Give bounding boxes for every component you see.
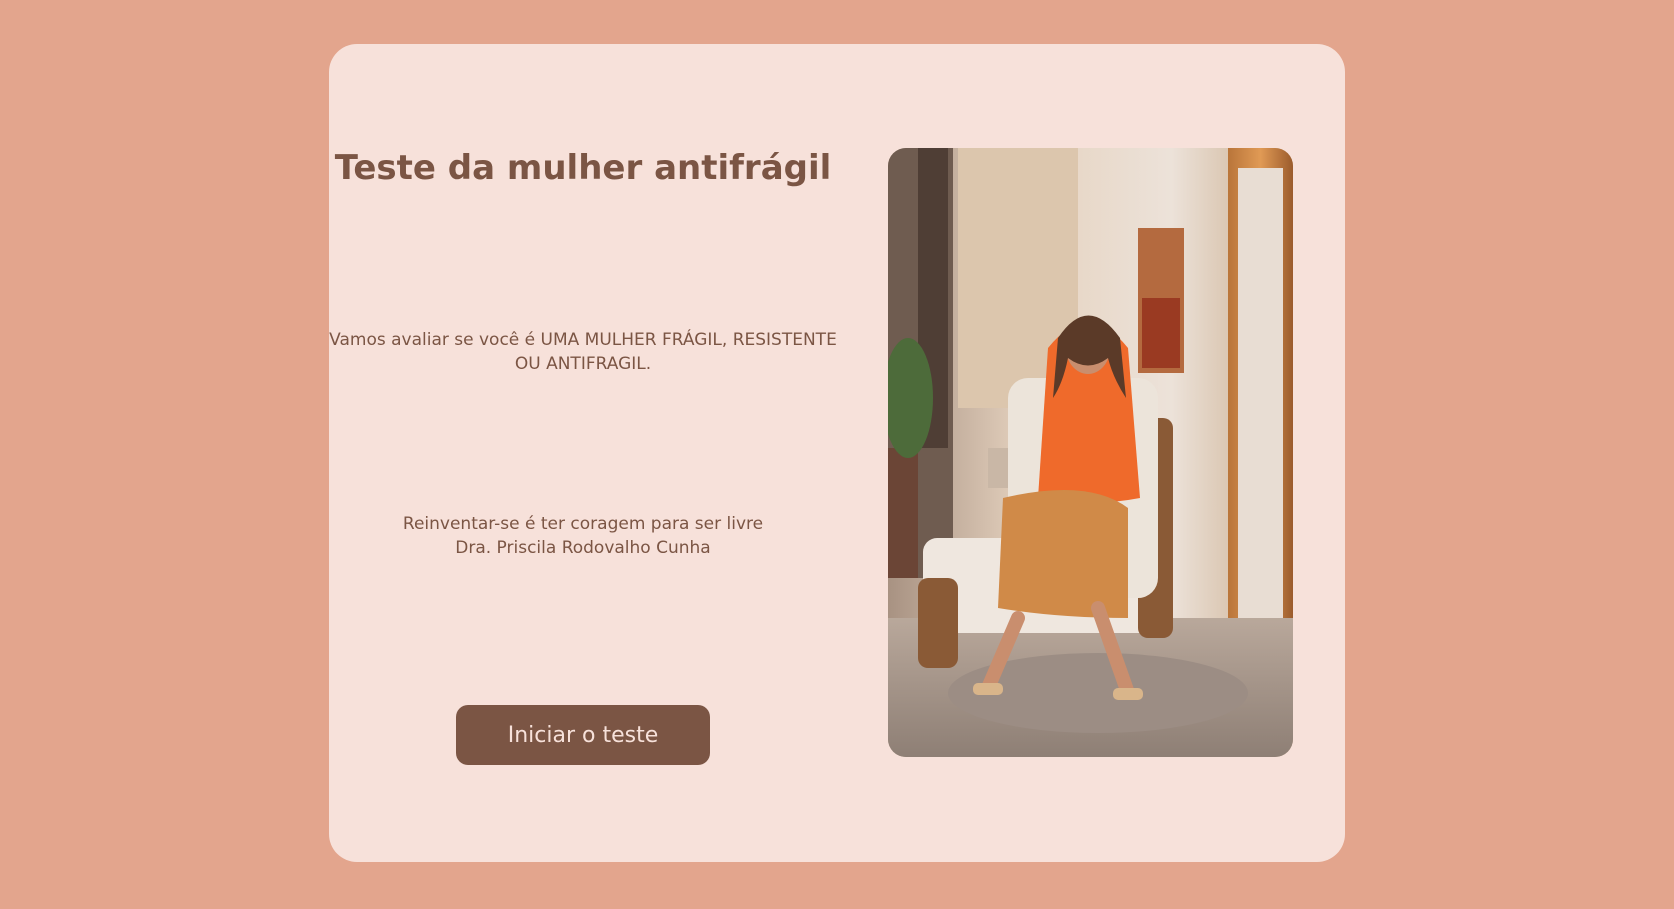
portrait-photo bbox=[888, 148, 1293, 757]
intro-text-column: Teste da mulher antifrágil Vamos avaliar… bbox=[329, 44, 837, 862]
intro-subtitle: Vamos avaliar se você é UMA MULHER FRÁGI… bbox=[329, 330, 837, 374]
page: Teste da mulher antifrágil Vamos avaliar… bbox=[0, 0, 1674, 909]
page-title: Teste da mulher antifrágil bbox=[334, 148, 832, 188]
quote-text: Reinventar-se é ter coragem para ser liv… bbox=[402, 514, 764, 534]
quote-author: Dra. Priscila Rodovalho Cunha bbox=[455, 538, 711, 558]
portrait-illustration bbox=[888, 148, 1293, 757]
intro-card: Teste da mulher antifrágil Vamos avaliar… bbox=[329, 44, 1345, 862]
quote-block: Reinventar-se é ter coragem para ser liv… bbox=[329, 512, 837, 560]
start-test-button[interactable]: Iniciar o teste bbox=[456, 705, 710, 765]
